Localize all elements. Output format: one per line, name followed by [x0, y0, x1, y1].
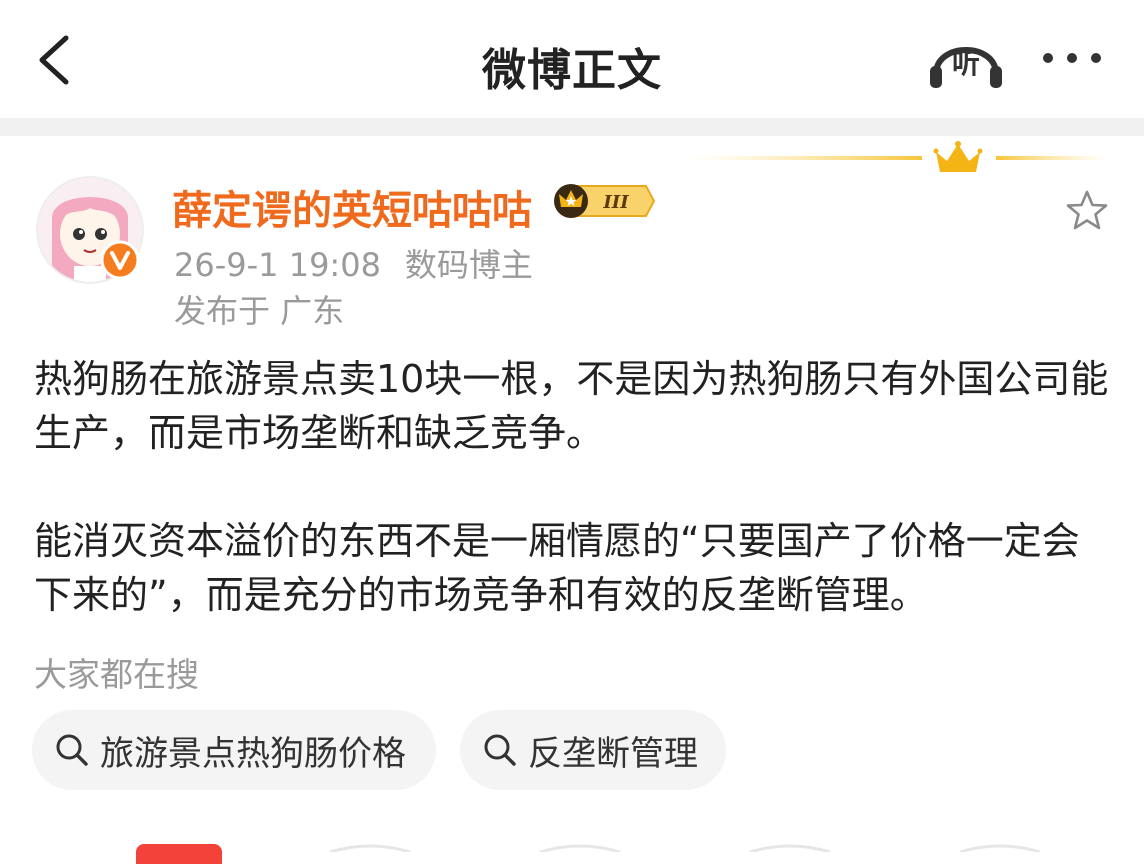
top-nav-bar: 微博正文 听	[0, 0, 1144, 118]
more-dots-icon	[1043, 53, 1101, 63]
vip-level-badge[interactable]: III	[550, 180, 656, 222]
listen-button[interactable]: 听	[926, 28, 1006, 92]
post-paragraph: 热狗肠在旅游景点卖10块一根，不是因为热狗肠只有外国公司能生产，而是市场垄断和缺…	[34, 357, 1109, 455]
post-location: 发布于 广东	[174, 292, 345, 330]
search-chip[interactable]: 反垄断管理	[460, 710, 726, 790]
author-name[interactable]: 薛定谔的英短咕咕咕	[172, 178, 532, 236]
more-button[interactable]	[1040, 38, 1104, 78]
search-icon	[56, 734, 88, 766]
post-paragraph: 能消灭资本溢价的东西不是一厢情愿的“只要国产了价格一定会下来的”，而是充分的市场…	[34, 519, 1080, 617]
listen-label: 听	[951, 47, 980, 80]
post-timestamp: 26-9-1 19:08	[174, 246, 381, 284]
search-chip-label: 反垄断管理	[528, 733, 698, 774]
post-content: 热狗肠在旅游景点卖10块一根，不是因为热狗肠只有外国公司能生产，而是市场垄断和缺…	[34, 352, 1114, 622]
section-divider	[0, 118, 1144, 136]
search-icon	[484, 734, 516, 766]
bottom-action-strip	[329, 844, 1041, 852]
crown-icon	[690, 141, 1110, 172]
verified-v-icon	[100, 240, 140, 280]
star-icon	[1066, 190, 1108, 230]
trending-search-title: 大家都在搜	[34, 655, 199, 694]
author-tag: 数码博主	[404, 246, 533, 284]
level-badge-label: III	[602, 192, 629, 213]
post-meta: 26-9-1 19:08 数码博主	[174, 240, 533, 286]
favorite-button[interactable]	[1064, 188, 1110, 234]
search-chip-label: 旅游景点热狗肠价格	[100, 733, 406, 774]
search-chip[interactable]: 旅游景点热狗肠价格	[32, 710, 436, 790]
